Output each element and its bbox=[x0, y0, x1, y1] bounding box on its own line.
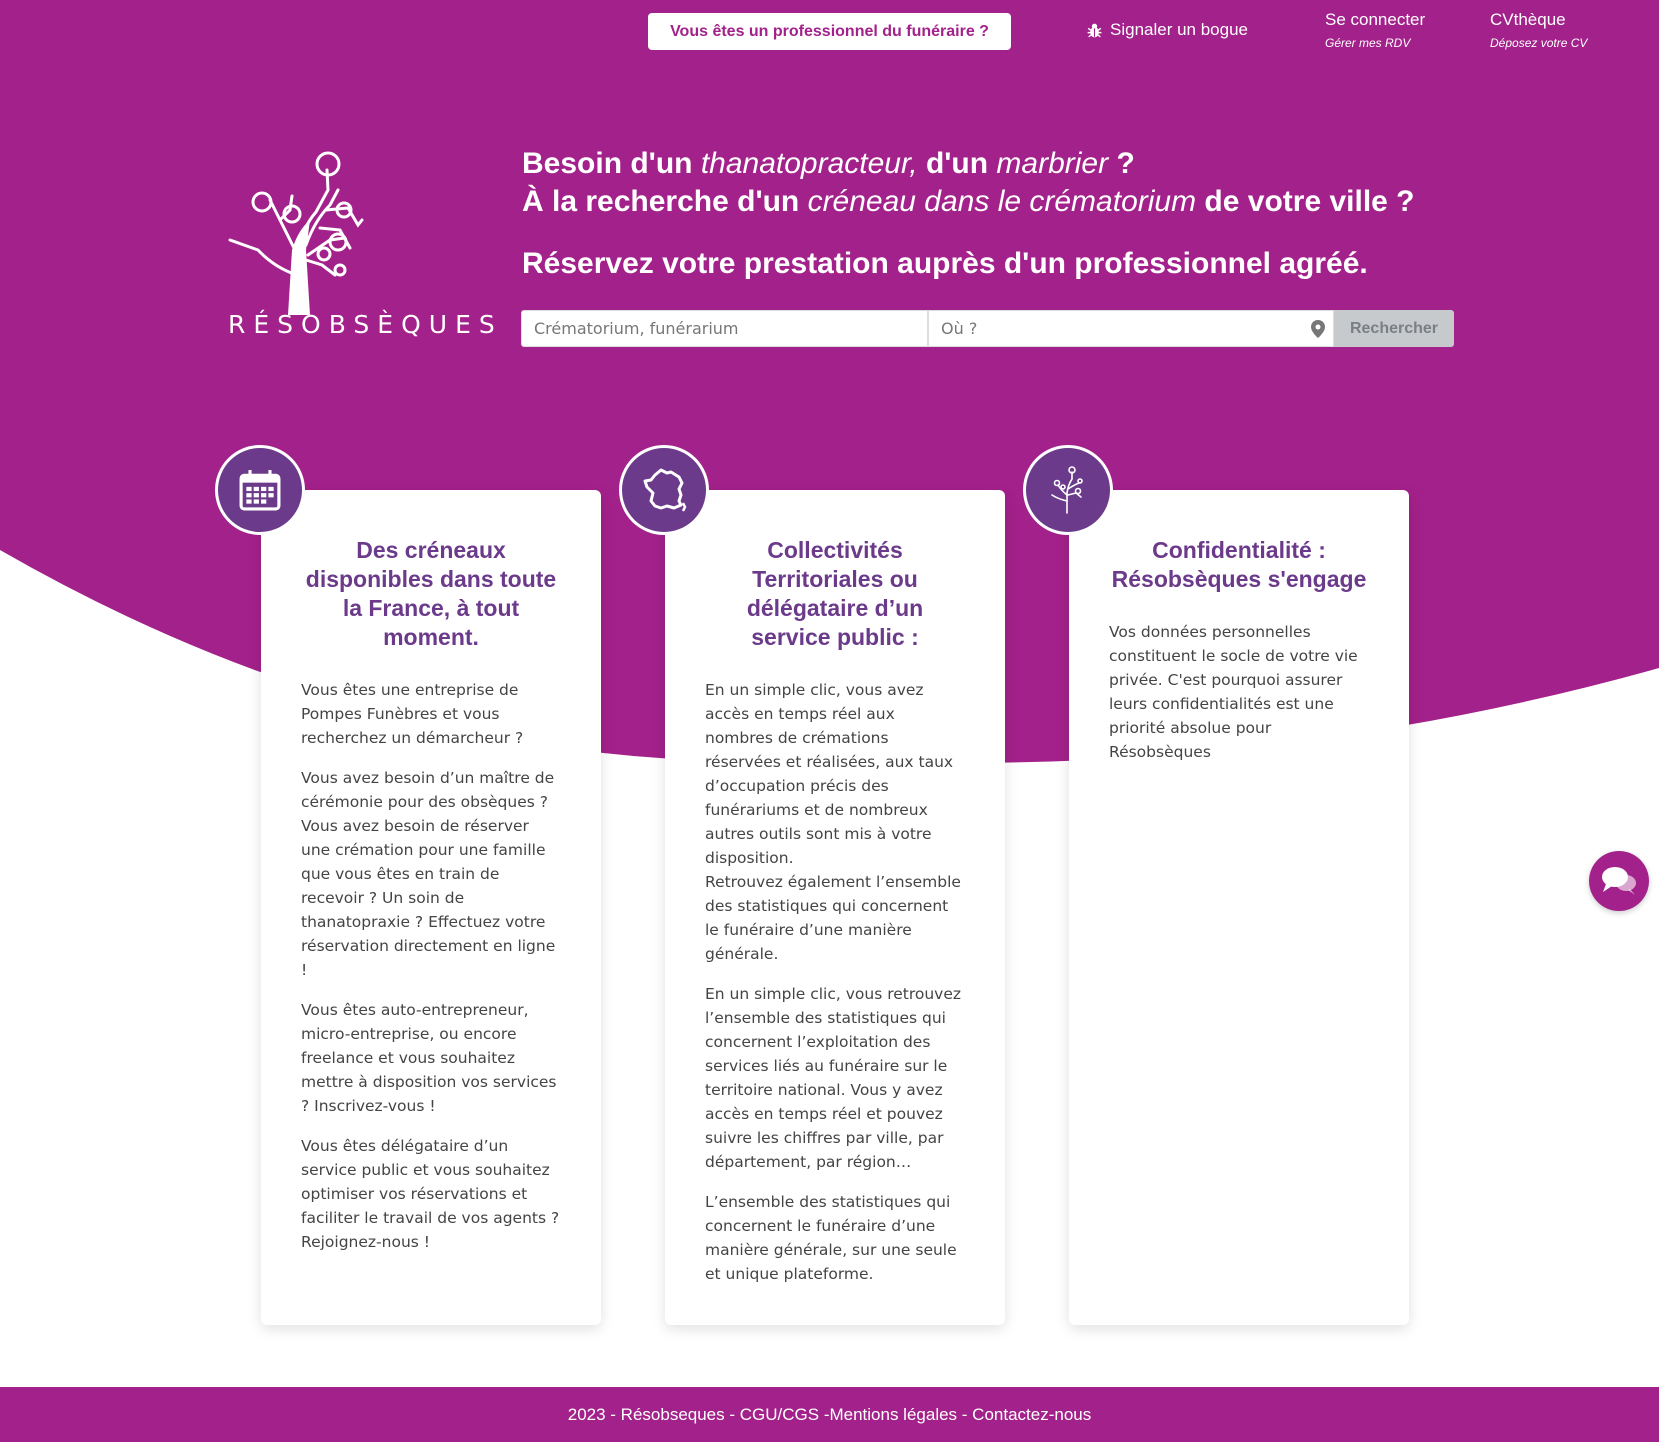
cv-library-link[interactable]: CVthèque Déposez votre CV bbox=[1490, 10, 1587, 50]
card-collectivities: Collectivités Territoriales ou délégatai… bbox=[665, 490, 1005, 1325]
card-body: Vos données personnelles constituent le … bbox=[1109, 620, 1369, 764]
france-map-icon-badge bbox=[619, 445, 709, 535]
location-pin-icon bbox=[1311, 320, 1325, 338]
headline-line-2: À la recherche d'un créneau dans le crém… bbox=[522, 185, 1415, 218]
card-title: Des créneaux disponibles dans toute la F… bbox=[305, 537, 557, 650]
card-paragraph: En un simple clic, vous retrouvez l’ense… bbox=[705, 985, 962, 1171]
calendar-icon bbox=[239, 470, 281, 511]
card-availability: Des créneaux disponibles dans toute la F… bbox=[261, 490, 601, 1325]
cv-library-label: CVthèque bbox=[1490, 10, 1566, 29]
footer-cgu-link[interactable]: CGU/CGS bbox=[740, 1405, 819, 1425]
chat-icon bbox=[1602, 867, 1636, 895]
card-paragraph: Vous êtes une entreprise de Pompes Funèb… bbox=[301, 681, 524, 747]
footer: 2023 - Résobseques - CGU/CGS - Mentions … bbox=[0, 1387, 1659, 1442]
calendar-icon-badge bbox=[215, 445, 305, 535]
chat-button[interactable] bbox=[1589, 851, 1649, 911]
card-paragraph: Vous avez besoin d’un maître de cérémoni… bbox=[301, 769, 556, 979]
search-location-placeholder: Où ? bbox=[941, 319, 978, 338]
card-body: Vous êtes une entreprise de Pompes Funèb… bbox=[301, 678, 561, 1254]
headline-line-1: Besoin d'un thanatopracteur, d'un marbri… bbox=[522, 147, 1135, 180]
search-button[interactable]: Rechercher bbox=[1334, 310, 1454, 347]
hero-headline: Besoin d'un thanatopracteur, d'un marbri… bbox=[522, 145, 1415, 281]
bug-icon bbox=[1087, 23, 1102, 37]
logo-tree-icon bbox=[228, 151, 364, 315]
card-title: Collectivités Territoriales ou délégatai… bbox=[746, 537, 924, 650]
card-confidentiality: Confidentialité : Résobsèques s'engage V… bbox=[1069, 490, 1409, 1325]
footer-brand-link[interactable]: Résobseques bbox=[621, 1405, 725, 1425]
search-bar: Crématorium, funérarium Où ? Rechercher bbox=[521, 310, 1454, 347]
footer-contact-link[interactable]: Contactez-nous bbox=[972, 1405, 1091, 1425]
report-bug-label: Signaler un bogue bbox=[1110, 20, 1249, 39]
card-paragraph: En un simple clic, vous avez accès en te… bbox=[705, 681, 954, 867]
headline-tagline: Réservez votre prestation auprès d'un pr… bbox=[522, 247, 1368, 280]
card-paragraph: Retrouvez également l’ensemble des stati… bbox=[705, 873, 961, 963]
login-link[interactable]: Se connecter Gérer mes RDV bbox=[1325, 10, 1425, 50]
logo-wordmark: RÉSOBSÈQUES bbox=[228, 310, 503, 339]
card-title: Confidentialité : Résobsèques s'engage bbox=[1111, 537, 1367, 592]
france-map-icon bbox=[643, 468, 687, 512]
footer-year: 2023 bbox=[567, 1404, 606, 1424]
professional-button[interactable]: Vous êtes un professionnel du funéraire … bbox=[648, 13, 1011, 50]
card-paragraph: Vos données personnelles constituent le … bbox=[1109, 623, 1358, 761]
search-service-input[interactable]: Crématorium, funérarium bbox=[521, 310, 928, 347]
report-bug-link[interactable]: Signaler un bogue bbox=[1086, 20, 1248, 40]
card-paragraph: Vous êtes délégataire d’un service publi… bbox=[301, 1137, 560, 1251]
card-paragraph: Vous êtes auto-entrepreneur, micro-entre… bbox=[301, 1001, 557, 1115]
tree-icon-badge bbox=[1023, 445, 1113, 535]
search-location-input[interactable]: Où ? bbox=[928, 310, 1334, 347]
footer-legal-link[interactable]: Mentions légales bbox=[829, 1405, 957, 1425]
card-paragraph: L’ensemble des statistiques qui concerne… bbox=[705, 1193, 957, 1283]
card-body: En un simple clic, vous avez accès en te… bbox=[705, 678, 965, 1286]
tree-icon bbox=[1051, 466, 1083, 514]
top-navigation: Vous êtes un professionnel du funéraire … bbox=[0, 0, 1659, 60]
login-label: Se connecter bbox=[1325, 10, 1426, 29]
login-sublabel: Gérer mes RDV bbox=[1325, 36, 1411, 50]
cv-library-sublabel: Déposez votre CV bbox=[1490, 36, 1588, 50]
